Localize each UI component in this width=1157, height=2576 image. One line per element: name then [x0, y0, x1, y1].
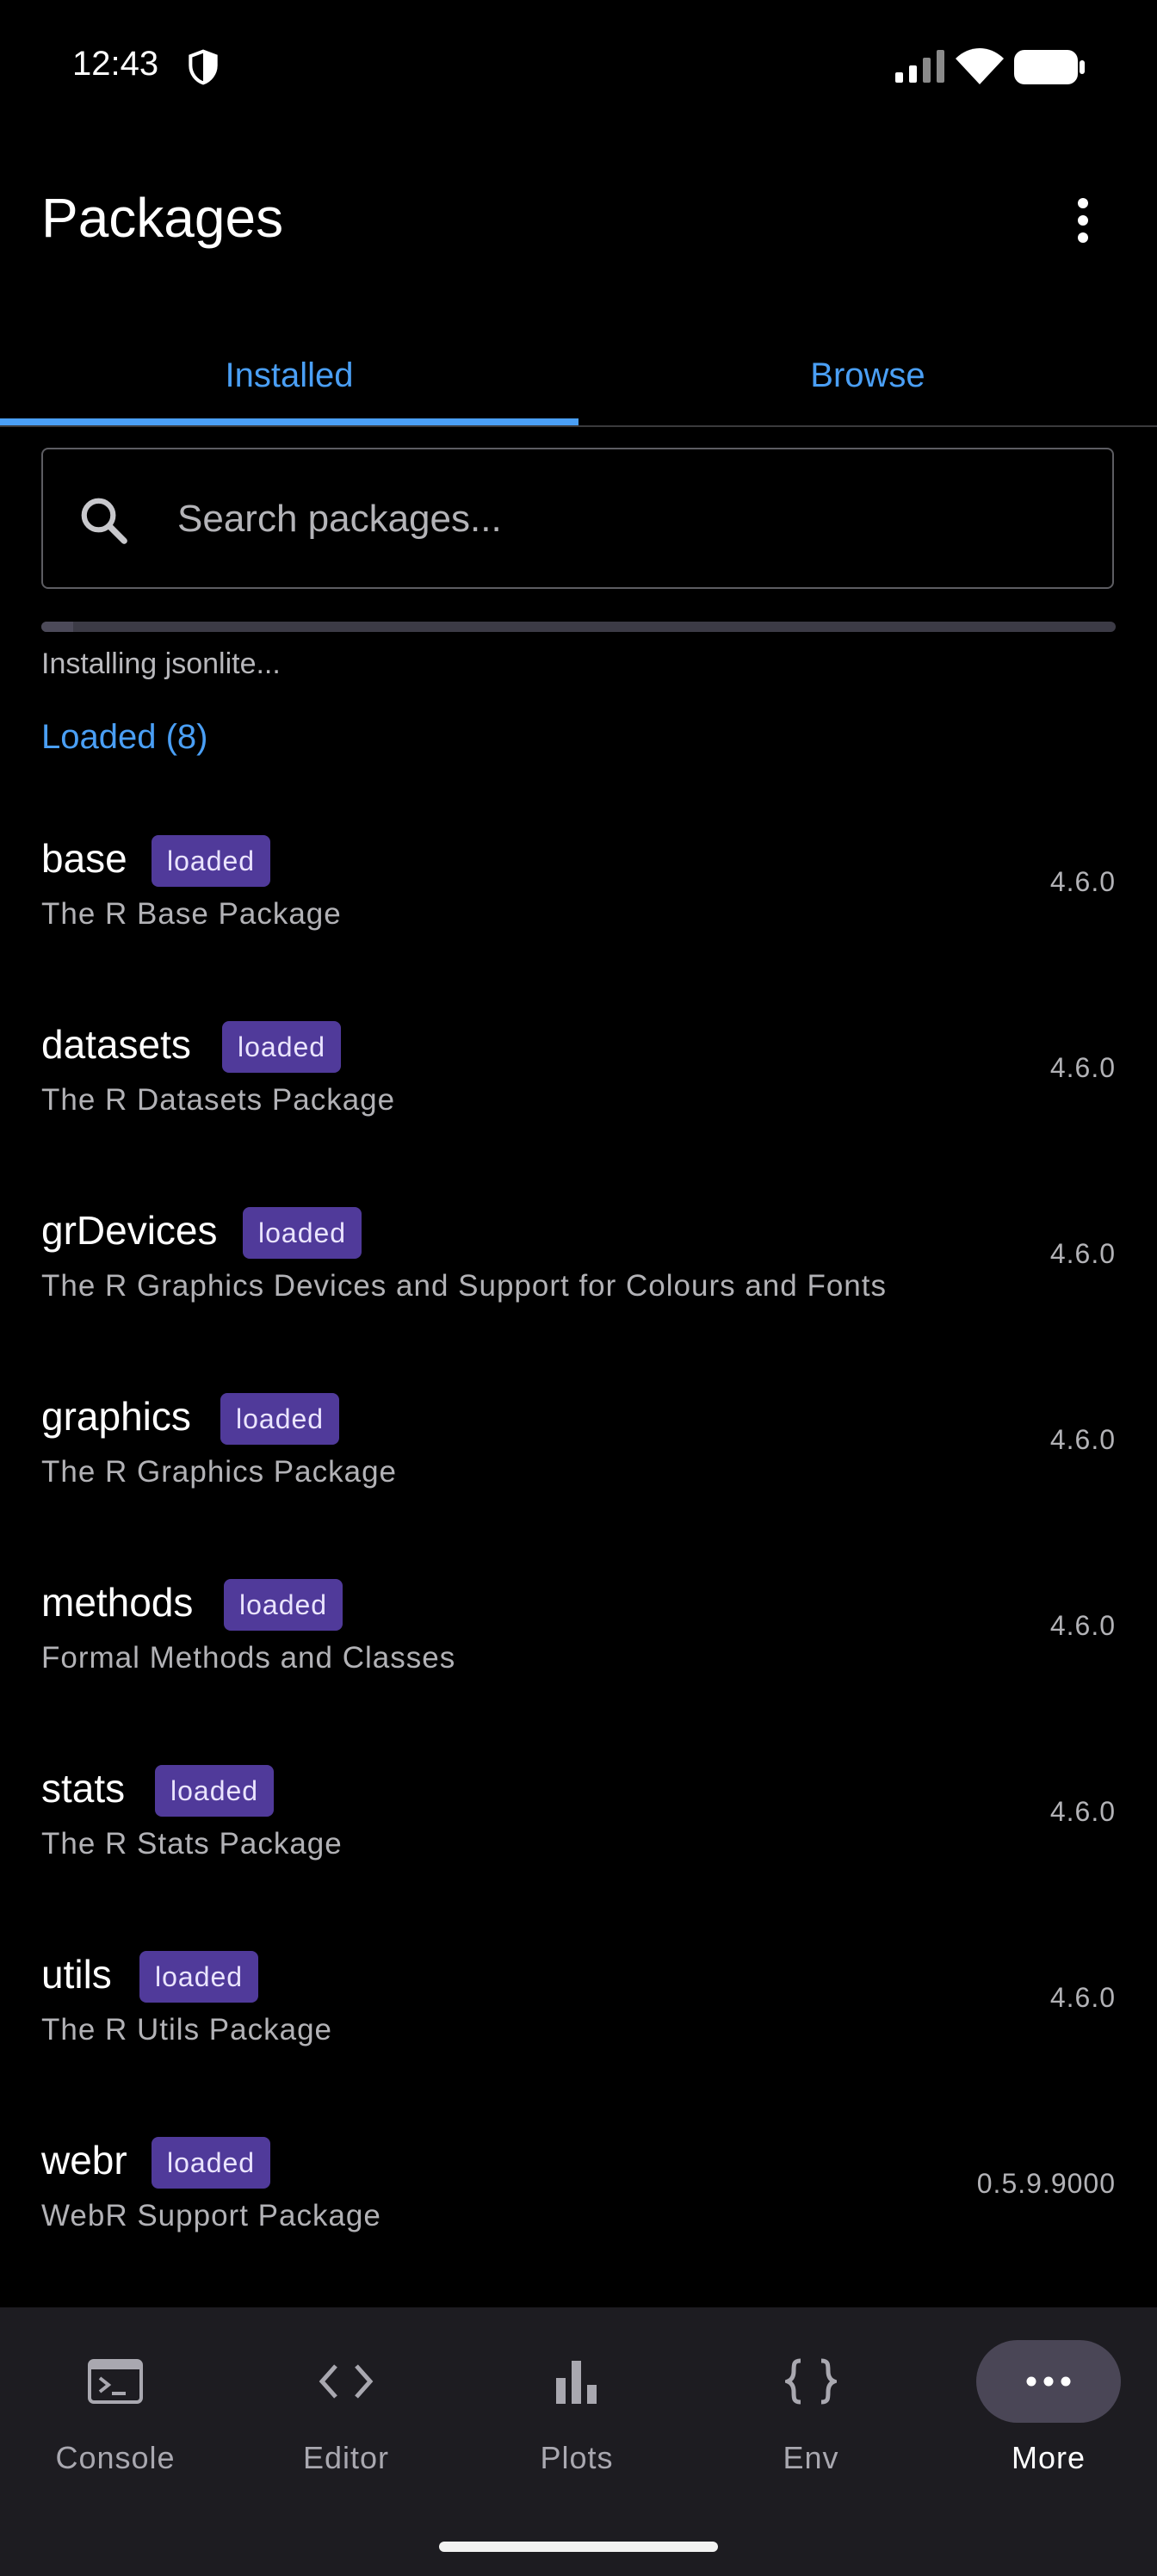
- nav-label: Console: [55, 2440, 176, 2475]
- install-progress-bar: [41, 622, 1116, 632]
- package-list: base loaded The R Base Package 4.6.0 dataset…: [0, 802, 1157, 2307]
- package-row-webr[interactable]: webr loaded WebR Support Package 0.5.9.9000: [0, 2104, 1157, 2290]
- loaded-badge: loaded: [243, 1207, 362, 1259]
- package-version: 4.6.0: [1049, 1052, 1116, 1083]
- loaded-badge: loaded: [152, 835, 271, 887]
- tab-installed[interactable]: Installed: [0, 327, 578, 424]
- package-version: 4.6.0: [1049, 1982, 1116, 2013]
- tab-bar: Installed Browse: [0, 327, 1157, 427]
- package-row-graphics[interactable]: graphics loaded The R Graphics Package 4.6.…: [0, 1360, 1157, 1546]
- terminal-icon: [43, 2340, 188, 2423]
- package-version: 0.5.9.9000: [976, 2168, 1116, 2199]
- nav-label: More: [1011, 2440, 1086, 2475]
- search-box: [41, 448, 1114, 589]
- nav-label: Editor: [302, 2440, 390, 2475]
- home-indicator: [439, 2542, 718, 2552]
- package-description: The R Graphics Devices and Support for C…: [41, 1269, 887, 1303]
- package-version: 4.6.0: [1049, 866, 1116, 897]
- package-name: base: [41, 836, 127, 881]
- wifi-icon: [956, 48, 1004, 84]
- loaded-badge: loaded: [155, 1765, 275, 1817]
- nav-item-env[interactable]: Env: [696, 2340, 926, 2512]
- package-description: WebR Support Package: [41, 2199, 381, 2232]
- package-name: datasets: [41, 1022, 191, 1067]
- package-version: 4.6.0: [1049, 1238, 1116, 1269]
- package-name: webr: [41, 2138, 127, 2183]
- bottom-navigation: Console Editor Plots Env More: [0, 2307, 1157, 2576]
- package-description: The R Datasets Package: [41, 1083, 396, 1117]
- tab-indicator: [0, 418, 578, 425]
- more-horizontal-icon: [976, 2340, 1121, 2423]
- loaded-badge: loaded: [222, 1021, 342, 1073]
- install-status-text: Installing jsonlite...: [41, 647, 281, 680]
- package-description: The R Graphics Package: [41, 1455, 398, 1489]
- package-description: Formal Methods and Classes: [41, 1641, 456, 1675]
- package-description: The R Stats Package: [41, 1827, 343, 1861]
- nav-item-editor[interactable]: Editor: [231, 2340, 461, 2512]
- nav-label: Env: [783, 2440, 839, 2475]
- loaded-badge: loaded: [224, 1579, 343, 1631]
- nav-item-plots[interactable]: Plots: [461, 2340, 692, 2512]
- package-name: grDevices: [41, 1208, 218, 1253]
- search-icon: [81, 498, 127, 544]
- loaded-badge: loaded: [152, 2137, 271, 2189]
- tab-browse[interactable]: Browse: [578, 327, 1157, 424]
- search-input[interactable]: [176, 484, 1074, 554]
- package-name: stats: [41, 1766, 126, 1811]
- page-title: Packages: [41, 187, 284, 249]
- section-header-loaded: Loaded (8): [41, 718, 208, 756]
- package-name: utils: [41, 1952, 112, 1997]
- package-row-datasets[interactable]: datasets loaded The R Datasets Package 4.6.…: [0, 988, 1157, 1174]
- package-version: 4.6.0: [1049, 1610, 1116, 1641]
- nav-item-console[interactable]: Console: [0, 2340, 231, 2512]
- install-progress-fill: [41, 622, 74, 632]
- battery-icon: [1014, 50, 1085, 84]
- loaded-badge: loaded: [220, 1393, 340, 1445]
- overflow-menu-button[interactable]: [1059, 191, 1107, 250]
- nav-label: Plots: [540, 2440, 614, 2475]
- loaded-badge: loaded: [139, 1951, 259, 2003]
- package-version: 4.6.0: [1049, 1796, 1116, 1827]
- shield-icon: [189, 49, 218, 85]
- braces-icon: [739, 2340, 883, 2423]
- code-icon: [274, 2340, 418, 2423]
- package-row-utils[interactable]: utils loaded The R Utils Package 4.6.0: [0, 1918, 1157, 2104]
- package-description: The R Base Package: [41, 897, 342, 931]
- cell-signal-icon: [895, 50, 944, 83]
- bar-chart-icon: [504, 2340, 649, 2423]
- more-vertical-icon: [1078, 198, 1088, 243]
- package-row-methods[interactable]: methods loaded Formal Methods and Classes 4…: [0, 1546, 1157, 1732]
- status-bar: 12:43: [0, 0, 1157, 138]
- package-name: graphics: [41, 1394, 191, 1439]
- package-row-stats[interactable]: stats loaded The R Stats Package 4.6.0: [0, 1732, 1157, 1918]
- package-description: The R Utils Package: [41, 2013, 333, 2047]
- nav-item-more[interactable]: More: [933, 2340, 1157, 2512]
- package-row-grDevices[interactable]: grDevices loaded The R Graphics Devices an…: [0, 1174, 1157, 1360]
- status-time: 12:43: [72, 45, 159, 83]
- package-version: 4.6.0: [1049, 1424, 1116, 1455]
- package-name: methods: [41, 1580, 194, 1625]
- package-row-base[interactable]: base loaded The R Base Package 4.6.0: [0, 802, 1157, 988]
